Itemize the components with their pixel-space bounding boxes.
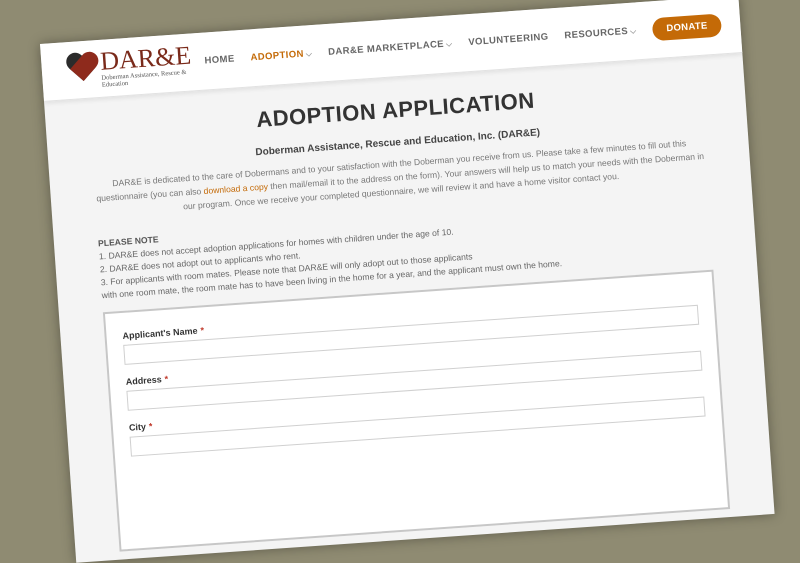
adoption-form: Applicant's Name * Address * City * — [102, 269, 731, 552]
download-copy-link[interactable]: download a copy — [203, 181, 268, 195]
main-content: ADOPTION APPLICATION Doberman Assistance… — [45, 73, 774, 555]
nav-resources[interactable]: RESOURCES⌵ — [564, 25, 637, 41]
nav-volunteering[interactable]: VOLUNTEERING — [468, 32, 549, 49]
nav-marketplace[interactable]: DAR&E MARKETPLACE⌵ — [328, 38, 453, 58]
donate-button[interactable]: DONATE — [651, 13, 723, 42]
required-marker: * — [164, 373, 169, 385]
main-nav: HOME ADOPTION⌵ DAR&E MARKETPLACE⌵ VOLUNT… — [196, 13, 723, 73]
required-marker: * — [200, 325, 205, 336]
chevron-down-icon: ⌵ — [305, 49, 313, 59]
webpage: DAR&E Doberman Assistance, Rescue & Educ… — [40, 0, 775, 563]
heart-logo-icon — [65, 52, 96, 88]
required-marker: * — [148, 421, 153, 432]
nav-home[interactable]: HOME — [204, 53, 235, 66]
chevron-down-icon: ⌵ — [629, 26, 637, 36]
chevron-down-icon: ⌵ — [445, 39, 453, 49]
site-logo[interactable]: DAR&E Doberman Assistance, Rescue & Educ… — [65, 40, 198, 91]
nav-adoption[interactable]: ADOPTION⌵ — [250, 48, 313, 64]
